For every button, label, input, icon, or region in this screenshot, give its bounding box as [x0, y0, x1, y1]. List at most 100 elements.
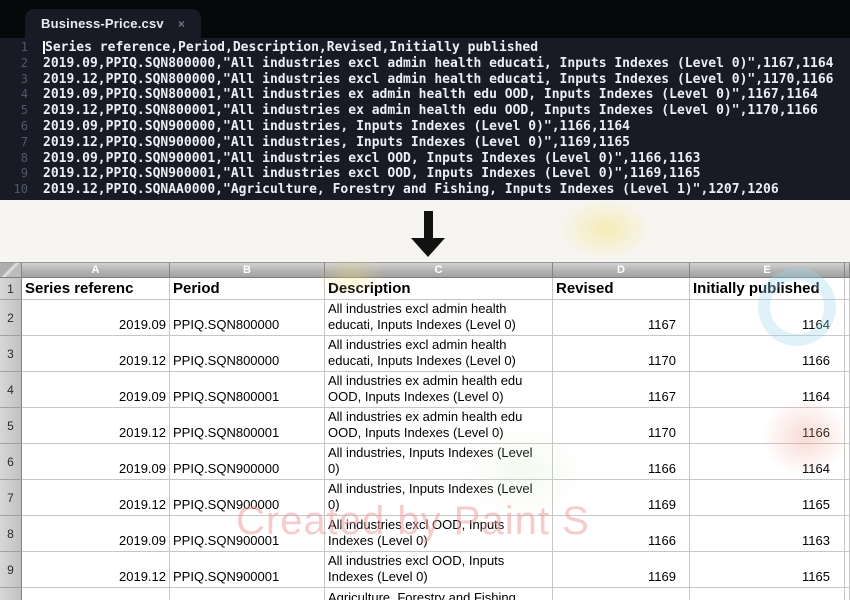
- cell-a10[interactable]: [22, 588, 170, 600]
- row-number[interactable]: 3: [0, 336, 22, 372]
- cell-b1[interactable]: Period: [170, 278, 325, 300]
- cell-e6[interactable]: 1164: [690, 444, 845, 480]
- cell-e2[interactable]: 1164: [690, 300, 845, 336]
- cell-c2[interactable]: All industries excl admin health educati…: [325, 300, 553, 336]
- select-all-corner[interactable]: [0, 262, 22, 278]
- cell-d5[interactable]: 1170: [553, 408, 690, 444]
- cell-d2[interactable]: 1167: [553, 300, 690, 336]
- cell-d8[interactable]: 1166: [553, 516, 690, 552]
- cell-d3[interactable]: 1170: [553, 336, 690, 372]
- column-header-b[interactable]: B: [170, 262, 325, 278]
- row-number[interactable]: 4: [0, 372, 22, 408]
- cell-c3[interactable]: All industries excl admin health educati…: [325, 336, 553, 372]
- cell-f6[interactable]: [845, 444, 850, 480]
- cell-a7[interactable]: 2019.12: [22, 480, 170, 516]
- cell-d7[interactable]: 1169: [553, 480, 690, 516]
- cell-d9[interactable]: 1169: [553, 552, 690, 588]
- row-number[interactable]: 9: [0, 552, 22, 588]
- cell-a8[interactable]: 2019.09: [22, 516, 170, 552]
- cell-c5[interactable]: All industries ex admin health edu OOD, …: [325, 408, 553, 444]
- table-row-header: 1 Series referenc Period Description Rev…: [0, 278, 850, 300]
- cell-a1[interactable]: Series referenc: [22, 278, 170, 300]
- tab-title: Business-Price.csv: [41, 16, 164, 31]
- row-number[interactable]: 1: [0, 278, 22, 300]
- table-row: 6 2019.09 PPIQ.SQN900000 All industries,…: [0, 444, 850, 480]
- line-text: 2019.09,PPIQ.SQN900001,"All industries e…: [43, 151, 700, 167]
- cell-a3[interactable]: 2019.12: [22, 336, 170, 372]
- code-line: 72019.12,PPIQ.SQN900000,"All industries,…: [0, 135, 850, 151]
- cell-c6[interactable]: All industries, Inputs Indexes (Level 0): [325, 444, 553, 480]
- cell-f10[interactable]: [845, 588, 850, 600]
- cell-c1[interactable]: Description: [325, 278, 553, 300]
- line-number: 7: [0, 135, 28, 151]
- cell-c8[interactable]: All industries excl OOD, Inputs Indexes …: [325, 516, 553, 552]
- cell-a6[interactable]: 2019.09: [22, 444, 170, 480]
- cell-e5[interactable]: 1166: [690, 408, 845, 444]
- line-number: 6: [0, 119, 28, 135]
- column-header-a[interactable]: A: [22, 262, 170, 278]
- cell-f5[interactable]: [845, 408, 850, 444]
- cell-c7[interactable]: All industries, Inputs Indexes (Level 0): [325, 480, 553, 516]
- row-number[interactable]: 5: [0, 408, 22, 444]
- cell-b3[interactable]: PPIQ.SQN800000: [170, 336, 325, 372]
- cell-f4[interactable]: [845, 372, 850, 408]
- editor-tab-business-price[interactable]: Business-Price.csv ×: [25, 9, 201, 38]
- cell-f9[interactable]: [845, 552, 850, 588]
- cell-f7[interactable]: [845, 480, 850, 516]
- cell-e9[interactable]: 1165: [690, 552, 845, 588]
- row-number[interactable]: 7: [0, 480, 22, 516]
- line-number: 4: [0, 87, 28, 103]
- cell-d6[interactable]: 1166: [553, 444, 690, 480]
- code-area[interactable]: 1Series reference,Period,Description,Rev…: [0, 38, 850, 200]
- code-line: 82019.09,PPIQ.SQN900001,"All industries …: [0, 151, 850, 167]
- cell-b10[interactable]: [170, 588, 325, 600]
- cell-d10[interactable]: [553, 588, 690, 600]
- cell-b7[interactable]: PPIQ.SQN900000: [170, 480, 325, 516]
- column-header-c[interactable]: C: [325, 262, 553, 278]
- cell-e7[interactable]: 1165: [690, 480, 845, 516]
- column-header-d[interactable]: D: [553, 262, 690, 278]
- background-blob-yellow: [558, 198, 653, 260]
- cell-a9[interactable]: 2019.12: [22, 552, 170, 588]
- cell-c10[interactable]: Agriculture, Forestry and Fishing,: [325, 588, 553, 600]
- cell-c9[interactable]: All industries excl OOD, Inputs Indexes …: [325, 552, 553, 588]
- cell-b6[interactable]: PPIQ.SQN900000: [170, 444, 325, 480]
- cell-e3[interactable]: 1166: [690, 336, 845, 372]
- cell-e4[interactable]: 1164: [690, 372, 845, 408]
- cell-f3[interactable]: [845, 336, 850, 372]
- cell-b2[interactable]: PPIQ.SQN800000: [170, 300, 325, 336]
- cell-e8[interactable]: 1163: [690, 516, 845, 552]
- cell-b8[interactable]: PPIQ.SQN900001: [170, 516, 325, 552]
- cell-e10[interactable]: [690, 588, 845, 600]
- line-text: 2019.09,PPIQ.SQN800000,"All industries e…: [43, 56, 834, 72]
- cell-b4[interactable]: PPIQ.SQN800001: [170, 372, 325, 408]
- cell-b9[interactable]: PPIQ.SQN900001: [170, 552, 325, 588]
- row-number[interactable]: 8: [0, 516, 22, 552]
- line-text: 2019.09,PPIQ.SQN800001,"All industries e…: [43, 87, 818, 103]
- cell-a5[interactable]: 2019.12: [22, 408, 170, 444]
- column-header-e[interactable]: E: [690, 262, 845, 278]
- table-row: 5 2019.12 PPIQ.SQN800001 All industries …: [0, 408, 850, 444]
- row-number[interactable]: [0, 588, 22, 600]
- line-number: 2: [0, 56, 28, 72]
- cell-c4[interactable]: All industries ex admin health edu OOD, …: [325, 372, 553, 408]
- cell-d1[interactable]: Revised: [553, 278, 690, 300]
- close-icon[interactable]: ×: [178, 17, 185, 31]
- column-header-f[interactable]: [845, 262, 850, 278]
- cell-f8[interactable]: [845, 516, 850, 552]
- line-number: 5: [0, 103, 28, 119]
- code-line: 1Series reference,Period,Description,Rev…: [0, 40, 850, 56]
- cell-f2[interactable]: [845, 300, 850, 336]
- code-line: 62019.09,PPIQ.SQN900000,"All industries,…: [0, 119, 850, 135]
- cell-f1[interactable]: [845, 278, 850, 300]
- cell-a4[interactable]: 2019.09: [22, 372, 170, 408]
- cell-e1[interactable]: Initially published: [690, 278, 845, 300]
- line-text: Series reference,Period,Description,Revi…: [45, 40, 538, 56]
- cell-a2[interactable]: 2019.09: [22, 300, 170, 336]
- row-number[interactable]: 6: [0, 444, 22, 480]
- column-header-row: A B C D E: [0, 262, 850, 278]
- cell-b5[interactable]: PPIQ.SQN800001: [170, 408, 325, 444]
- row-number[interactable]: 2: [0, 300, 22, 336]
- cell-d4[interactable]: 1167: [553, 372, 690, 408]
- table-row: 7 2019.12 PPIQ.SQN900000 All industries,…: [0, 480, 850, 516]
